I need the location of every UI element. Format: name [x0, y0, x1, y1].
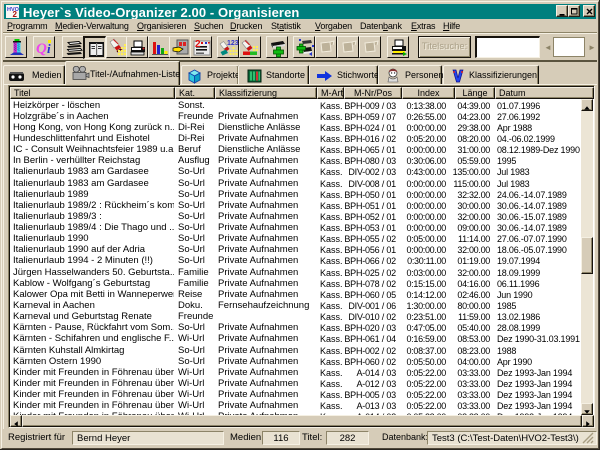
svg-text:2: 2 — [195, 39, 201, 50]
svg-text:i: i — [47, 41, 51, 56]
svg-text:123: 123 — [227, 40, 239, 47]
svg-text:Q: Q — [36, 41, 47, 57]
svg-text:2: 2 — [13, 10, 18, 18]
